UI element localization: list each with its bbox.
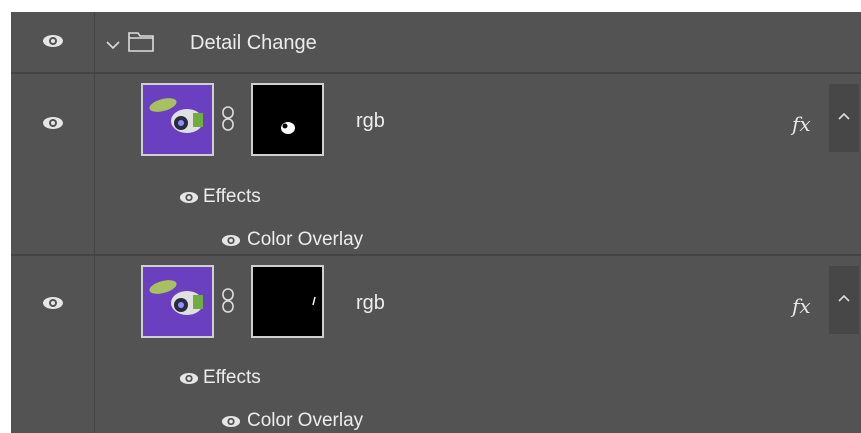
eye-icon[interactable] (221, 234, 241, 247)
layer-mask-thumbnail[interactable] (251, 265, 324, 338)
fx-icon[interactable]: fx (792, 112, 811, 136)
effects-label: Effects (203, 186, 261, 207)
eye-icon[interactable] (179, 372, 199, 385)
folder-icon (128, 30, 154, 57)
link-icon[interactable] (221, 106, 235, 137)
robot-image-icon (149, 98, 203, 133)
eye-icon[interactable] (42, 116, 64, 130)
link-icon[interactable] (221, 288, 235, 319)
fx-icon[interactable]: fx (792, 294, 811, 318)
robot-image-icon (149, 280, 203, 315)
chevron-up-icon (837, 290, 851, 308)
group-row[interactable]: Detail Change (11, 12, 861, 72)
effect-item-color-overlay: Color Overlay (247, 410, 364, 431)
layer-mask-thumbnail[interactable] (251, 83, 324, 156)
eye-icon[interactable] (221, 415, 241, 428)
chevron-down-icon[interactable] (106, 37, 120, 55)
eye-icon[interactable] (42, 34, 64, 48)
layer-visibility-column (11, 74, 95, 254)
eye-icon[interactable] (179, 191, 199, 204)
layer-row[interactable]: rgb fx Effects Color Overlay (11, 74, 861, 254)
effect-item-color-overlay: Color Overlay (247, 229, 364, 250)
layer-thumbnail[interactable] (141, 83, 214, 156)
layer-visibility-column (11, 256, 95, 433)
layer-name[interactable]: rgb (356, 110, 385, 133)
effects-collapse-button[interactable] (829, 266, 859, 334)
group-name: Detail Change (190, 32, 317, 54)
layers-panel: Detail Change rgb fx Effects Color Overl… (11, 12, 861, 433)
layer-name[interactable]: rgb (356, 292, 385, 315)
eye-icon[interactable] (42, 296, 64, 310)
effects-label: Effects (203, 367, 261, 388)
effects-collapse-button[interactable] (829, 84, 859, 152)
layer-row[interactable]: rgb fx Effects Color Overlay (11, 256, 861, 433)
layer-thumbnail[interactable] (141, 265, 214, 338)
chevron-up-icon (837, 108, 851, 126)
